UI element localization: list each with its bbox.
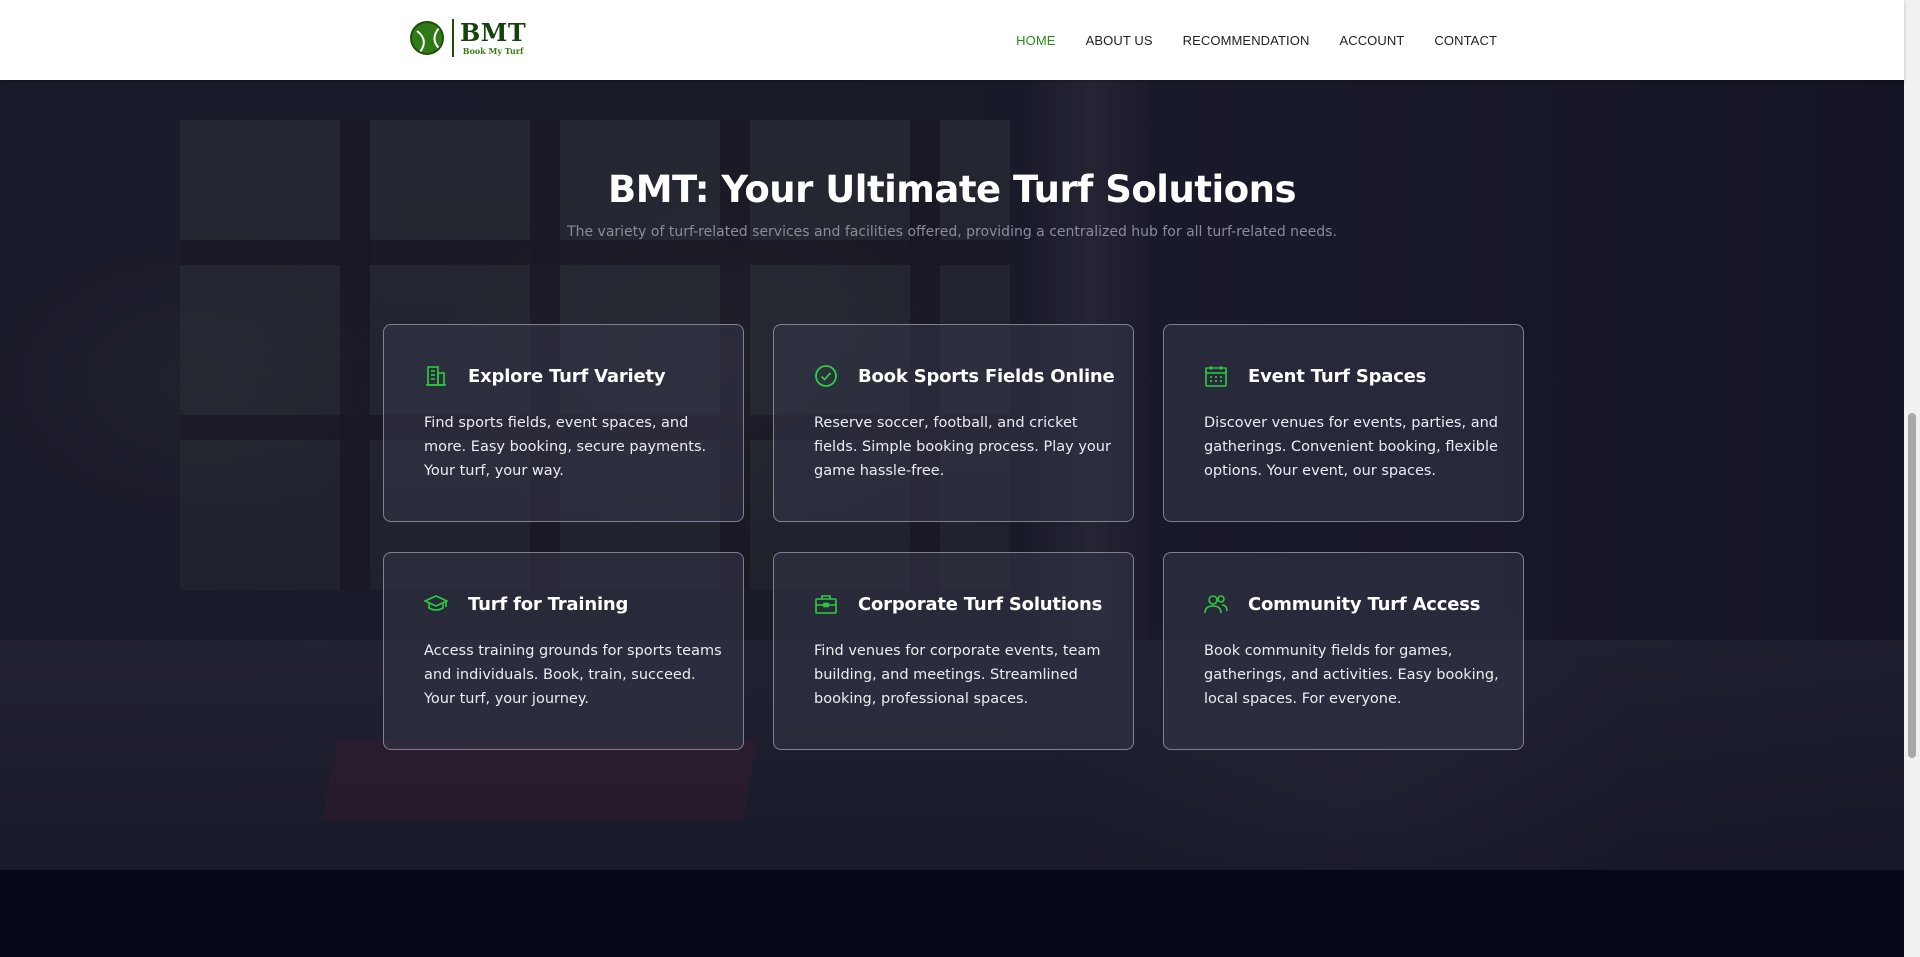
service-card[interactable]: Event Turf Spaces Discover venues for ev… <box>1163 324 1524 522</box>
logo-subtitle: Book My Turf <box>462 46 524 56</box>
card-description: Reserve soccer, football, and cricket fi… <box>814 415 1111 479</box>
logo-title: BMT <box>460 18 527 47</box>
main-nav: HOME ABOUT US RECOMMENDATION ACCOUNT CON… <box>986 0 1497 80</box>
service-card[interactable]: Book Sports Fields Online Reserve soccer… <box>773 324 1134 522</box>
site-logo[interactable]: BMT Book My Turf <box>410 17 526 59</box>
nav-account[interactable]: ACCOUNT <box>1339 33 1404 48</box>
card-description: Access training grounds for sports teams… <box>424 643 722 707</box>
services-section: BMT: Your Ultimate Turf Solutions The va… <box>0 80 1904 870</box>
building-icon <box>424 364 448 388</box>
card-title: Explore Turf Variety <box>468 365 666 387</box>
nav-contact[interactable]: CONTACT <box>1434 33 1497 48</box>
calendar-icon <box>1204 364 1228 388</box>
check-circle-icon <box>814 364 838 388</box>
footer-section <box>0 870 1904 957</box>
logo-text: BMT Book My Turf <box>460 18 527 57</box>
section-subtitle: The variety of turf-related services and… <box>567 224 1337 240</box>
service-card[interactable]: Community Turf Access Book community fie… <box>1163 552 1524 750</box>
card-description: Book community fields for games, gatheri… <box>1204 643 1499 707</box>
service-card[interactable]: Turf for Training Access training ground… <box>383 552 744 750</box>
card-title: Book Sports Fields Online <box>858 365 1115 387</box>
card-description: Find sports fields, event spaces, and mo… <box>424 415 707 479</box>
graduation-cap-icon <box>424 592 448 616</box>
tennis-ball-icon <box>410 21 444 55</box>
card-description: Discover venues for events, parties, and… <box>1204 415 1498 479</box>
nav-home[interactable]: HOME <box>1016 33 1055 48</box>
briefcase-icon <box>814 592 838 616</box>
card-title: Community Turf Access <box>1248 593 1481 615</box>
page-scrollbar[interactable] <box>1904 0 1920 957</box>
site-header: BMT Book My Turf HOME ABOUT US RECOMMEND… <box>0 0 1904 80</box>
card-title: Corporate Turf Solutions <box>858 593 1103 615</box>
card-title: Event Turf Spaces <box>1248 365 1427 387</box>
service-card[interactable]: Explore Turf Variety Find sports fields,… <box>383 324 744 522</box>
card-title: Turf for Training <box>468 593 629 615</box>
nav-recommendation[interactable]: RECOMMENDATION <box>1183 33 1310 48</box>
service-card[interactable]: Corporate Turf Solutions Find venues for… <box>773 552 1134 750</box>
nav-about-us[interactable]: ABOUT US <box>1086 33 1153 48</box>
card-description: Find venues for corporate events, team b… <box>814 643 1101 707</box>
section-title: BMT: Your Ultimate Turf Solutions <box>608 168 1296 211</box>
people-icon <box>1204 592 1228 616</box>
logo-divider <box>452 19 454 57</box>
scrollbar-thumb[interactable] <box>1908 413 1916 758</box>
